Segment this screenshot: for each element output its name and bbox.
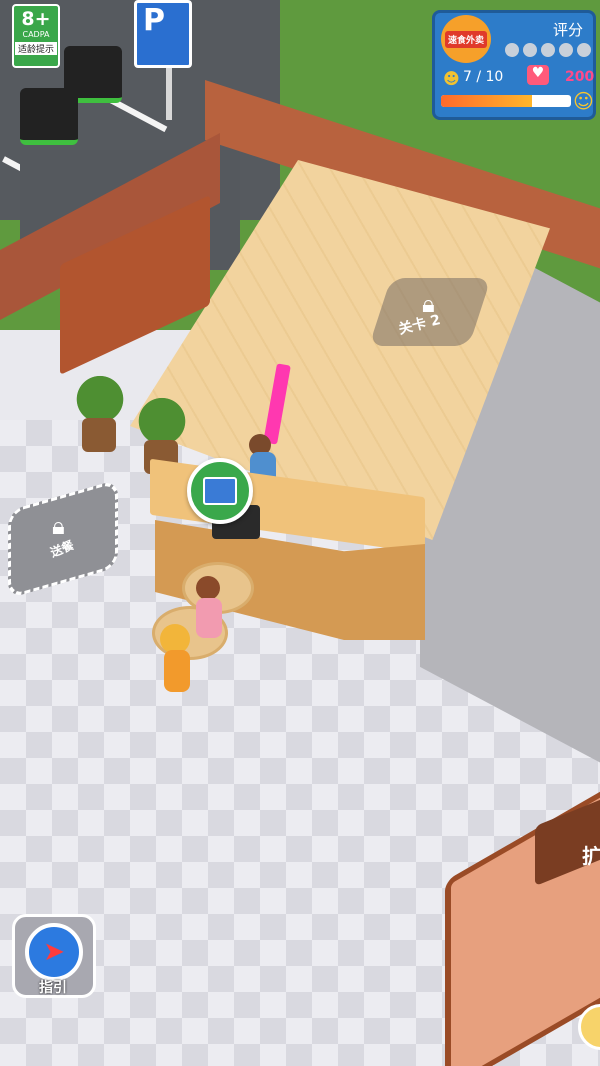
game-viewport[interactable]: 🔒︎ 关卡 2 🔒︎ 送餐 P 扩 8+ CADPA 适龄提示 速食外卖 评分 … xyxy=(0,0,600,1066)
rating-star xyxy=(577,43,591,57)
customer xyxy=(164,650,190,692)
rating-star xyxy=(505,43,519,57)
age-rating-org: CADPA xyxy=(22,30,50,39)
parking-sign: P xyxy=(134,0,192,68)
guide-label: 指引 xyxy=(39,980,67,996)
plant-pot xyxy=(82,418,116,452)
rating-star xyxy=(523,43,537,57)
age-rating-hint: 适龄提示 xyxy=(15,42,57,55)
plant-leaves xyxy=(134,390,190,442)
cash-register-icon xyxy=(203,477,237,505)
rating-label: 评分 xyxy=(553,21,584,39)
rating-star xyxy=(541,43,555,57)
restaurant-logo: 速食外卖 xyxy=(441,15,491,63)
register-action-button[interactable] xyxy=(187,458,253,524)
rating-star xyxy=(559,43,573,57)
customer xyxy=(196,598,222,638)
restaurant-status-panel[interactable]: 速食外卖 评分 ☻ 7 / 10 ♥ 200 ☺ xyxy=(432,10,596,120)
plant-leaves xyxy=(72,368,128,420)
compass-icon: ➤ xyxy=(25,923,83,981)
rating-stars xyxy=(505,43,591,57)
heart-icon: ♥ xyxy=(527,65,549,85)
smile-icon: ☺ xyxy=(573,89,594,113)
age-rating: 8+ xyxy=(21,8,51,30)
guide-button[interactable]: ➤ 指引 xyxy=(12,914,96,998)
parking-sign-pole xyxy=(166,60,172,120)
satisfaction-bar xyxy=(441,95,571,107)
satisfaction-bar-fill xyxy=(441,95,532,107)
customer-head xyxy=(196,576,220,600)
staff-count: 7 / 10 xyxy=(463,69,504,85)
heart-count: 200 xyxy=(565,69,595,85)
person-icon: ☻ xyxy=(443,69,460,88)
age-rating-badge: 8+ CADPA 适龄提示 xyxy=(12,4,60,68)
lock-icon: 🔒︎ xyxy=(52,512,65,540)
restaurant-logo-text: 速食外卖 xyxy=(444,30,487,48)
delivery-scooter xyxy=(20,88,78,145)
expansion-label: 扩 xyxy=(582,844,600,868)
